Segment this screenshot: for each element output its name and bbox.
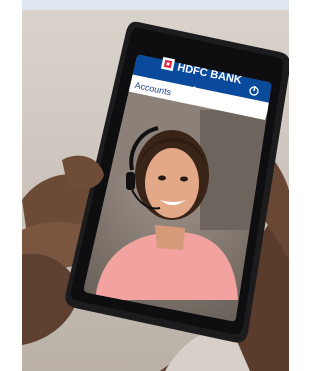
phone-illustration: HDFC BANK Accounts bbox=[22, 21, 289, 371]
headset-icon bbox=[126, 172, 135, 190]
hdfc-logo-icon bbox=[160, 56, 176, 72]
photo-scene: HDFC BANK Accounts bbox=[0, 0, 289, 371]
